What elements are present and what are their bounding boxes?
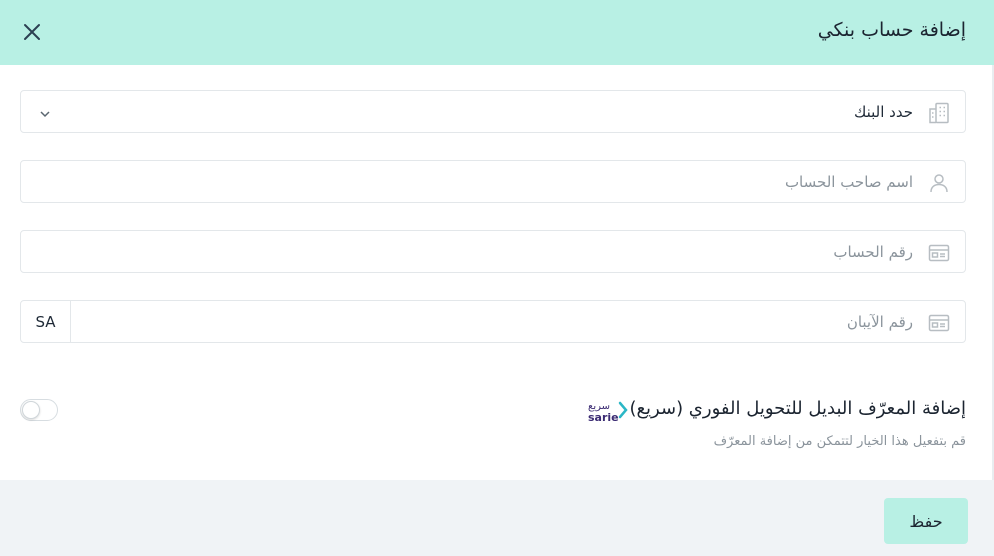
- card-icon: [927, 241, 951, 269]
- iban-placeholder: رقم الآيبان: [846, 313, 913, 331]
- account-number-placeholder: رقم الحساب: [833, 243, 913, 261]
- card-icon: [927, 311, 951, 339]
- dialog-footer: حفظ: [0, 480, 994, 556]
- sarie-description: قم بتفعيل هذا الخيار لتتمكن من إضافة الم…: [713, 434, 966, 449]
- building-icon: [927, 101, 951, 129]
- dialog-title: إضافة حساب بنكي: [817, 19, 966, 41]
- account-number-field[interactable]: رقم الحساب: [20, 230, 966, 273]
- bank-select[interactable]: حدد البنك: [20, 90, 966, 133]
- sarie-logo-en: sarie: [588, 411, 619, 423]
- account-holder-field[interactable]: اسم صاحب الحساب: [20, 160, 966, 203]
- iban-field[interactable]: SA رقم الآيبان: [20, 300, 966, 343]
- account-holder-placeholder: اسم صاحب الحساب: [784, 173, 913, 191]
- sarie-toggle[interactable]: [20, 399, 58, 421]
- close-button[interactable]: [18, 18, 46, 46]
- sarie-title: إضافة المعرّف البديل للتحويل الفوري (سري…: [629, 398, 966, 419]
- dialog-header: إضافة حساب بنكي: [0, 0, 994, 65]
- iban-prefix: SA: [21, 301, 71, 342]
- toggle-knob: [22, 401, 40, 419]
- save-button[interactable]: حفظ: [884, 498, 968, 544]
- chevron-down-icon: [39, 105, 51, 124]
- sarie-logo: سريع sarie: [586, 399, 630, 427]
- user-icon: [927, 171, 951, 199]
- close-icon: [24, 24, 40, 40]
- bank-select-label: حدد البنك: [853, 103, 913, 121]
